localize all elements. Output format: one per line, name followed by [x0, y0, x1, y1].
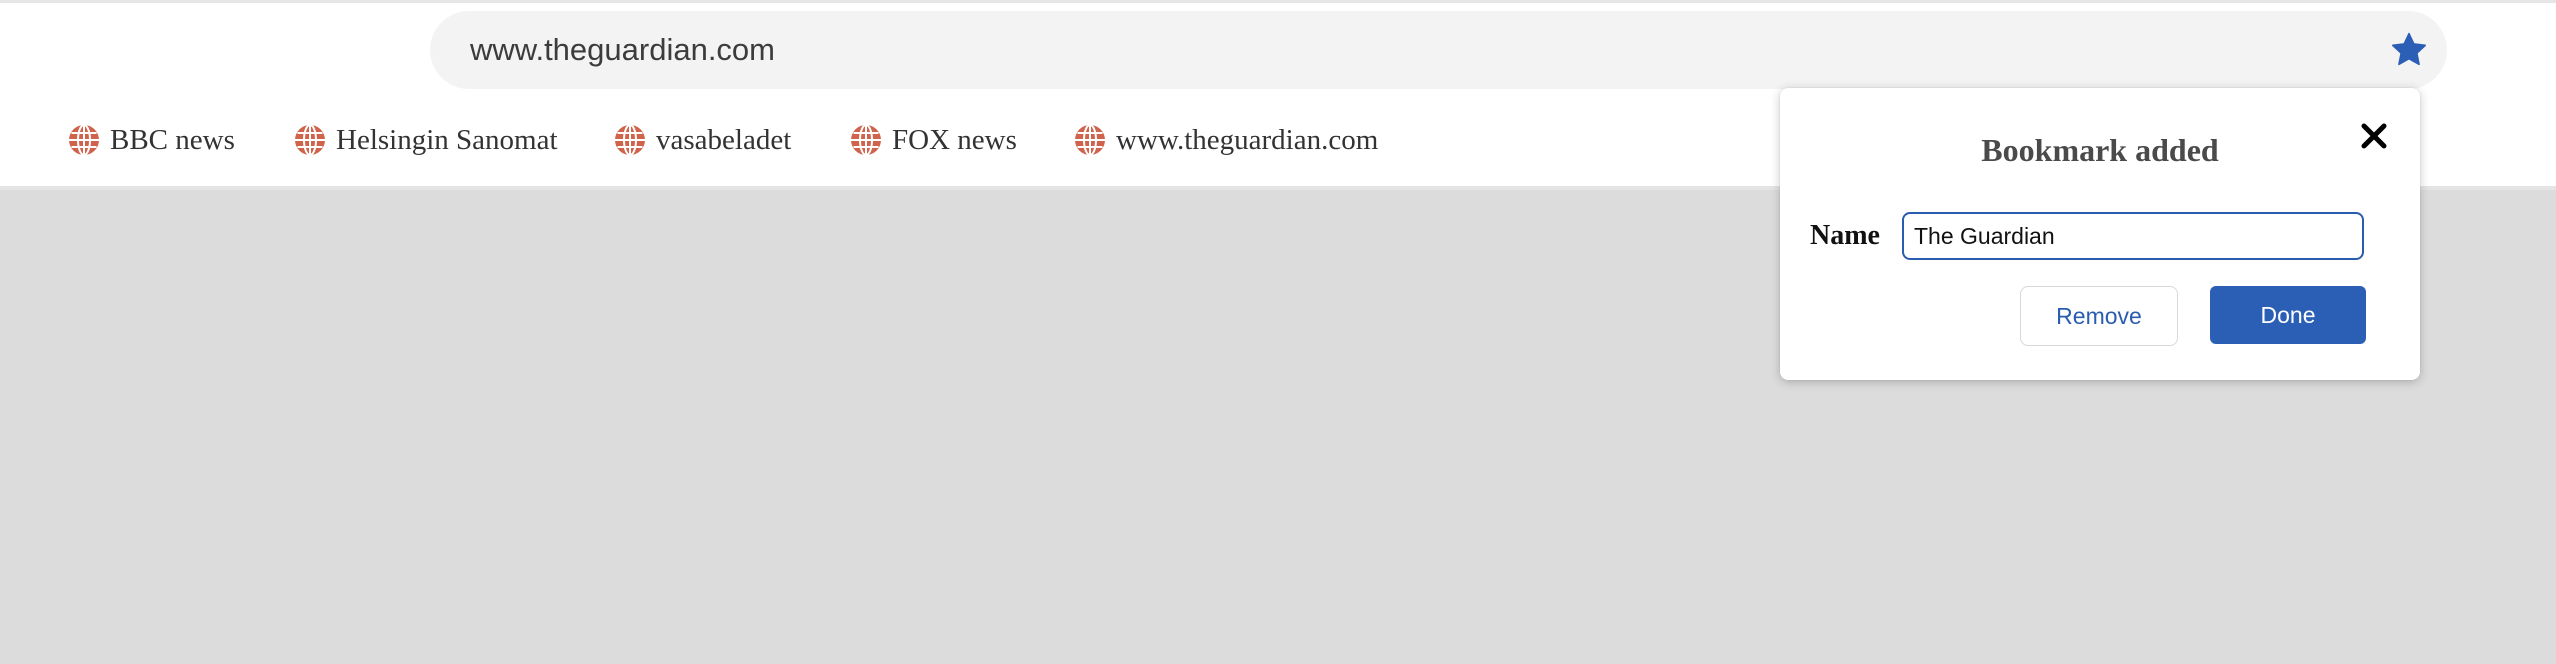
bookmark-label: www.theguardian.com [1116, 123, 1379, 156]
bookmark-item-fox-news[interactable]: FOX news [850, 96, 1017, 184]
bookmark-name-input[interactable] [1902, 212, 2364, 260]
browser-window: www.theguardian.com BBC news Helsingin S… [0, 0, 2556, 664]
remove-button[interactable]: Remove [2020, 286, 2178, 346]
globe-icon [851, 124, 881, 156]
top-border [0, 0, 2556, 3]
globe-icon [69, 124, 99, 156]
bookmark-item-bbc-news[interactable]: BBC news [68, 96, 235, 184]
bookmark-star-icon[interactable] [2389, 30, 2429, 70]
bookmark-label: FOX news [892, 123, 1017, 156]
globe-icon [295, 124, 325, 156]
bookmark-label: Helsingin Sanomat [336, 123, 558, 156]
bookmark-added-popup: Bookmark added Name Remove Done [1780, 88, 2420, 380]
globe-icon [615, 124, 645, 156]
url-text[interactable]: www.theguardian.com [470, 11, 775, 89]
done-button[interactable]: Done [2210, 286, 2366, 344]
globe-icon [1075, 124, 1105, 156]
bookmark-item-theguardian[interactable]: www.theguardian.com [1074, 96, 1378, 184]
popup-title: Bookmark added [1981, 132, 2219, 168]
name-label: Name [1810, 220, 1880, 251]
bookmark-label: vasabeladet [656, 123, 792, 156]
bookmark-label: BBC news [110, 123, 235, 156]
close-icon[interactable] [2356, 118, 2392, 154]
bookmark-item-helsingin-sanomat[interactable]: Helsingin Sanomat [294, 96, 558, 184]
address-bar[interactable]: www.theguardian.com [430, 11, 2447, 89]
bookmark-item-vasabeladet[interactable]: vasabeladet [614, 96, 791, 184]
